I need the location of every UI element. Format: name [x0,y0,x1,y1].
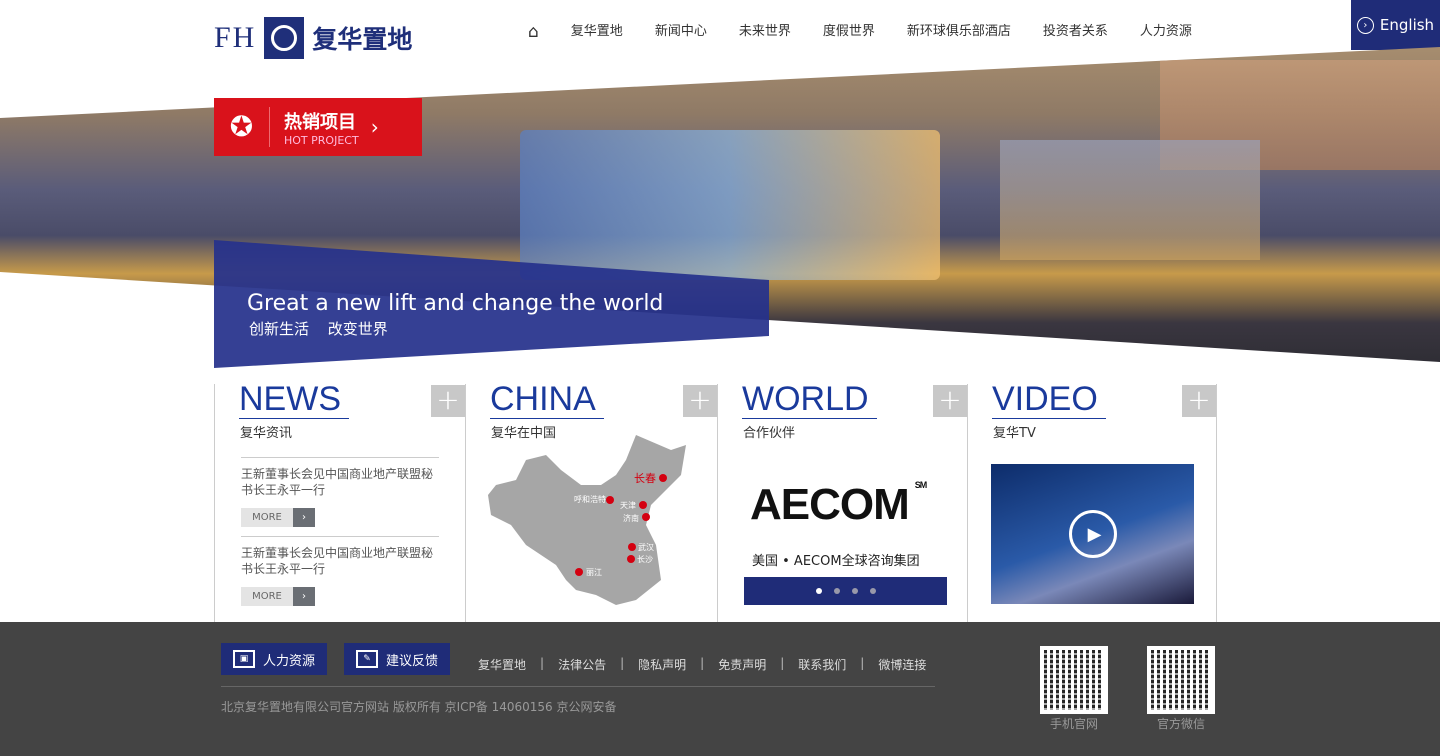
city-label: 天津 [620,500,636,510]
city-label: 济南 [623,513,639,523]
carousel-dot[interactable] [851,588,858,594]
chevron-right-icon: › [293,587,315,606]
carousel-dot[interactable] [833,588,840,594]
china-map[interactable]: 长春 呼和浩特 天津 济南 武汉 长沙 丽江 [486,430,691,610]
footer-link[interactable]: 隐私声明 [638,656,686,673]
carousel-dot[interactable] [815,588,822,594]
chevron-right-icon: › [293,508,315,527]
logo-mark-icon [264,17,305,59]
news-section: NEWS 复华资讯 + 王新董事长会见中国商业地产联盟秘书长王永平一行 MORE… [214,380,465,622]
logo[interactable]: FH 复华置地 [214,16,412,60]
footer-links: 复华置地 | 法律公告 | 隐私声明 | 免责声明 | 联系我们 | 微博连接 [478,656,927,673]
hr-button[interactable]: ▣ 人力资源 [221,643,328,675]
footer-link[interactable]: 微博连接 [878,656,926,673]
hot-project-button[interactable]: ✪ 热销项目 HOT PROJECT › [214,98,422,156]
nav-item[interactable]: 度假世界 [807,22,891,42]
divider [221,686,935,687]
city-label: 武汉 [638,542,654,552]
more-button[interactable]: MORE › [241,508,315,527]
qr-code-mobile [1040,646,1108,714]
video-section: VIDEO 复华TV + ▶ [967,380,1217,622]
nav-item[interactable]: 新环球俱乐部酒店 [891,22,1027,42]
video-thumbnail[interactable]: ▶ [991,464,1194,604]
plus-icon[interactable]: + [683,385,717,417]
play-icon[interactable]: ▶ [1068,510,1117,558]
award-icon: ✪ [214,107,270,147]
footer-link[interactable]: 复华置地 [478,656,526,673]
plus-icon[interactable]: + [933,385,967,417]
city-label: 丽江 [586,568,602,577]
chevron-right-icon: › [370,115,379,139]
main-nav: ⌂ 复华置地 新闻中心 未来世界 度假世界 新环球俱乐部酒店 投资者关系 人力资… [512,22,1208,42]
nav-item[interactable]: 人力资源 [1124,22,1208,42]
nav-item[interactable]: 复华置地 [555,22,639,42]
china-section: CHINA 复华在中国 + 长春 呼和浩特 天津 济南 武汉 长沙 丽江 [465,380,717,622]
city-label: 呼和浩特 [574,494,606,504]
city-label: 长春 [634,472,656,485]
plus-icon[interactable]: + [431,385,465,417]
footer: ▣ 人力资源 ✎ 建议反馈 复华置地 | 法律公告 | 隐私声明 | 免责声明 | 联系我们… [0,622,1440,756]
edit-icon: ✎ [356,650,378,668]
plus-icon[interactable]: + [1182,385,1216,417]
world-section: WORLD 合作伙伴 + AECOM SM 美国 • AECOM全球咨询集团 [717,380,967,622]
chevron-right-icon: › [1356,16,1374,34]
nav-item[interactable]: 新闻中心 [639,22,723,42]
news-item: 王新董事长会见中国商业地产联盟秘书长王永平一行 MORE › [241,536,439,606]
id-card-icon: ▣ [233,650,255,668]
footer-link[interactable]: 联系我们 [798,656,846,673]
carousel-dot[interactable] [869,588,876,594]
more-button[interactable]: MORE › [241,587,315,606]
nav-item[interactable]: 未来世界 [723,22,807,42]
feedback-button[interactable]: ✎ 建议反馈 [344,643,451,675]
nav-item[interactable]: 投资者关系 [1027,22,1124,42]
city-label: 长沙 [637,554,653,564]
carousel-dots [744,577,947,605]
footer-link[interactable]: 法律公告 [558,656,606,673]
qr-code-wechat [1147,646,1215,714]
english-button[interactable]: › English [1351,0,1440,50]
footer-link[interactable]: 免责声明 [718,656,766,673]
news-item: 王新董事长会见中国商业地产联盟秘书长王永平一行 MORE › [241,457,439,527]
home-icon[interactable]: ⌂ [512,22,555,42]
aecom-logo[interactable]: AECOM SM [750,480,927,530]
